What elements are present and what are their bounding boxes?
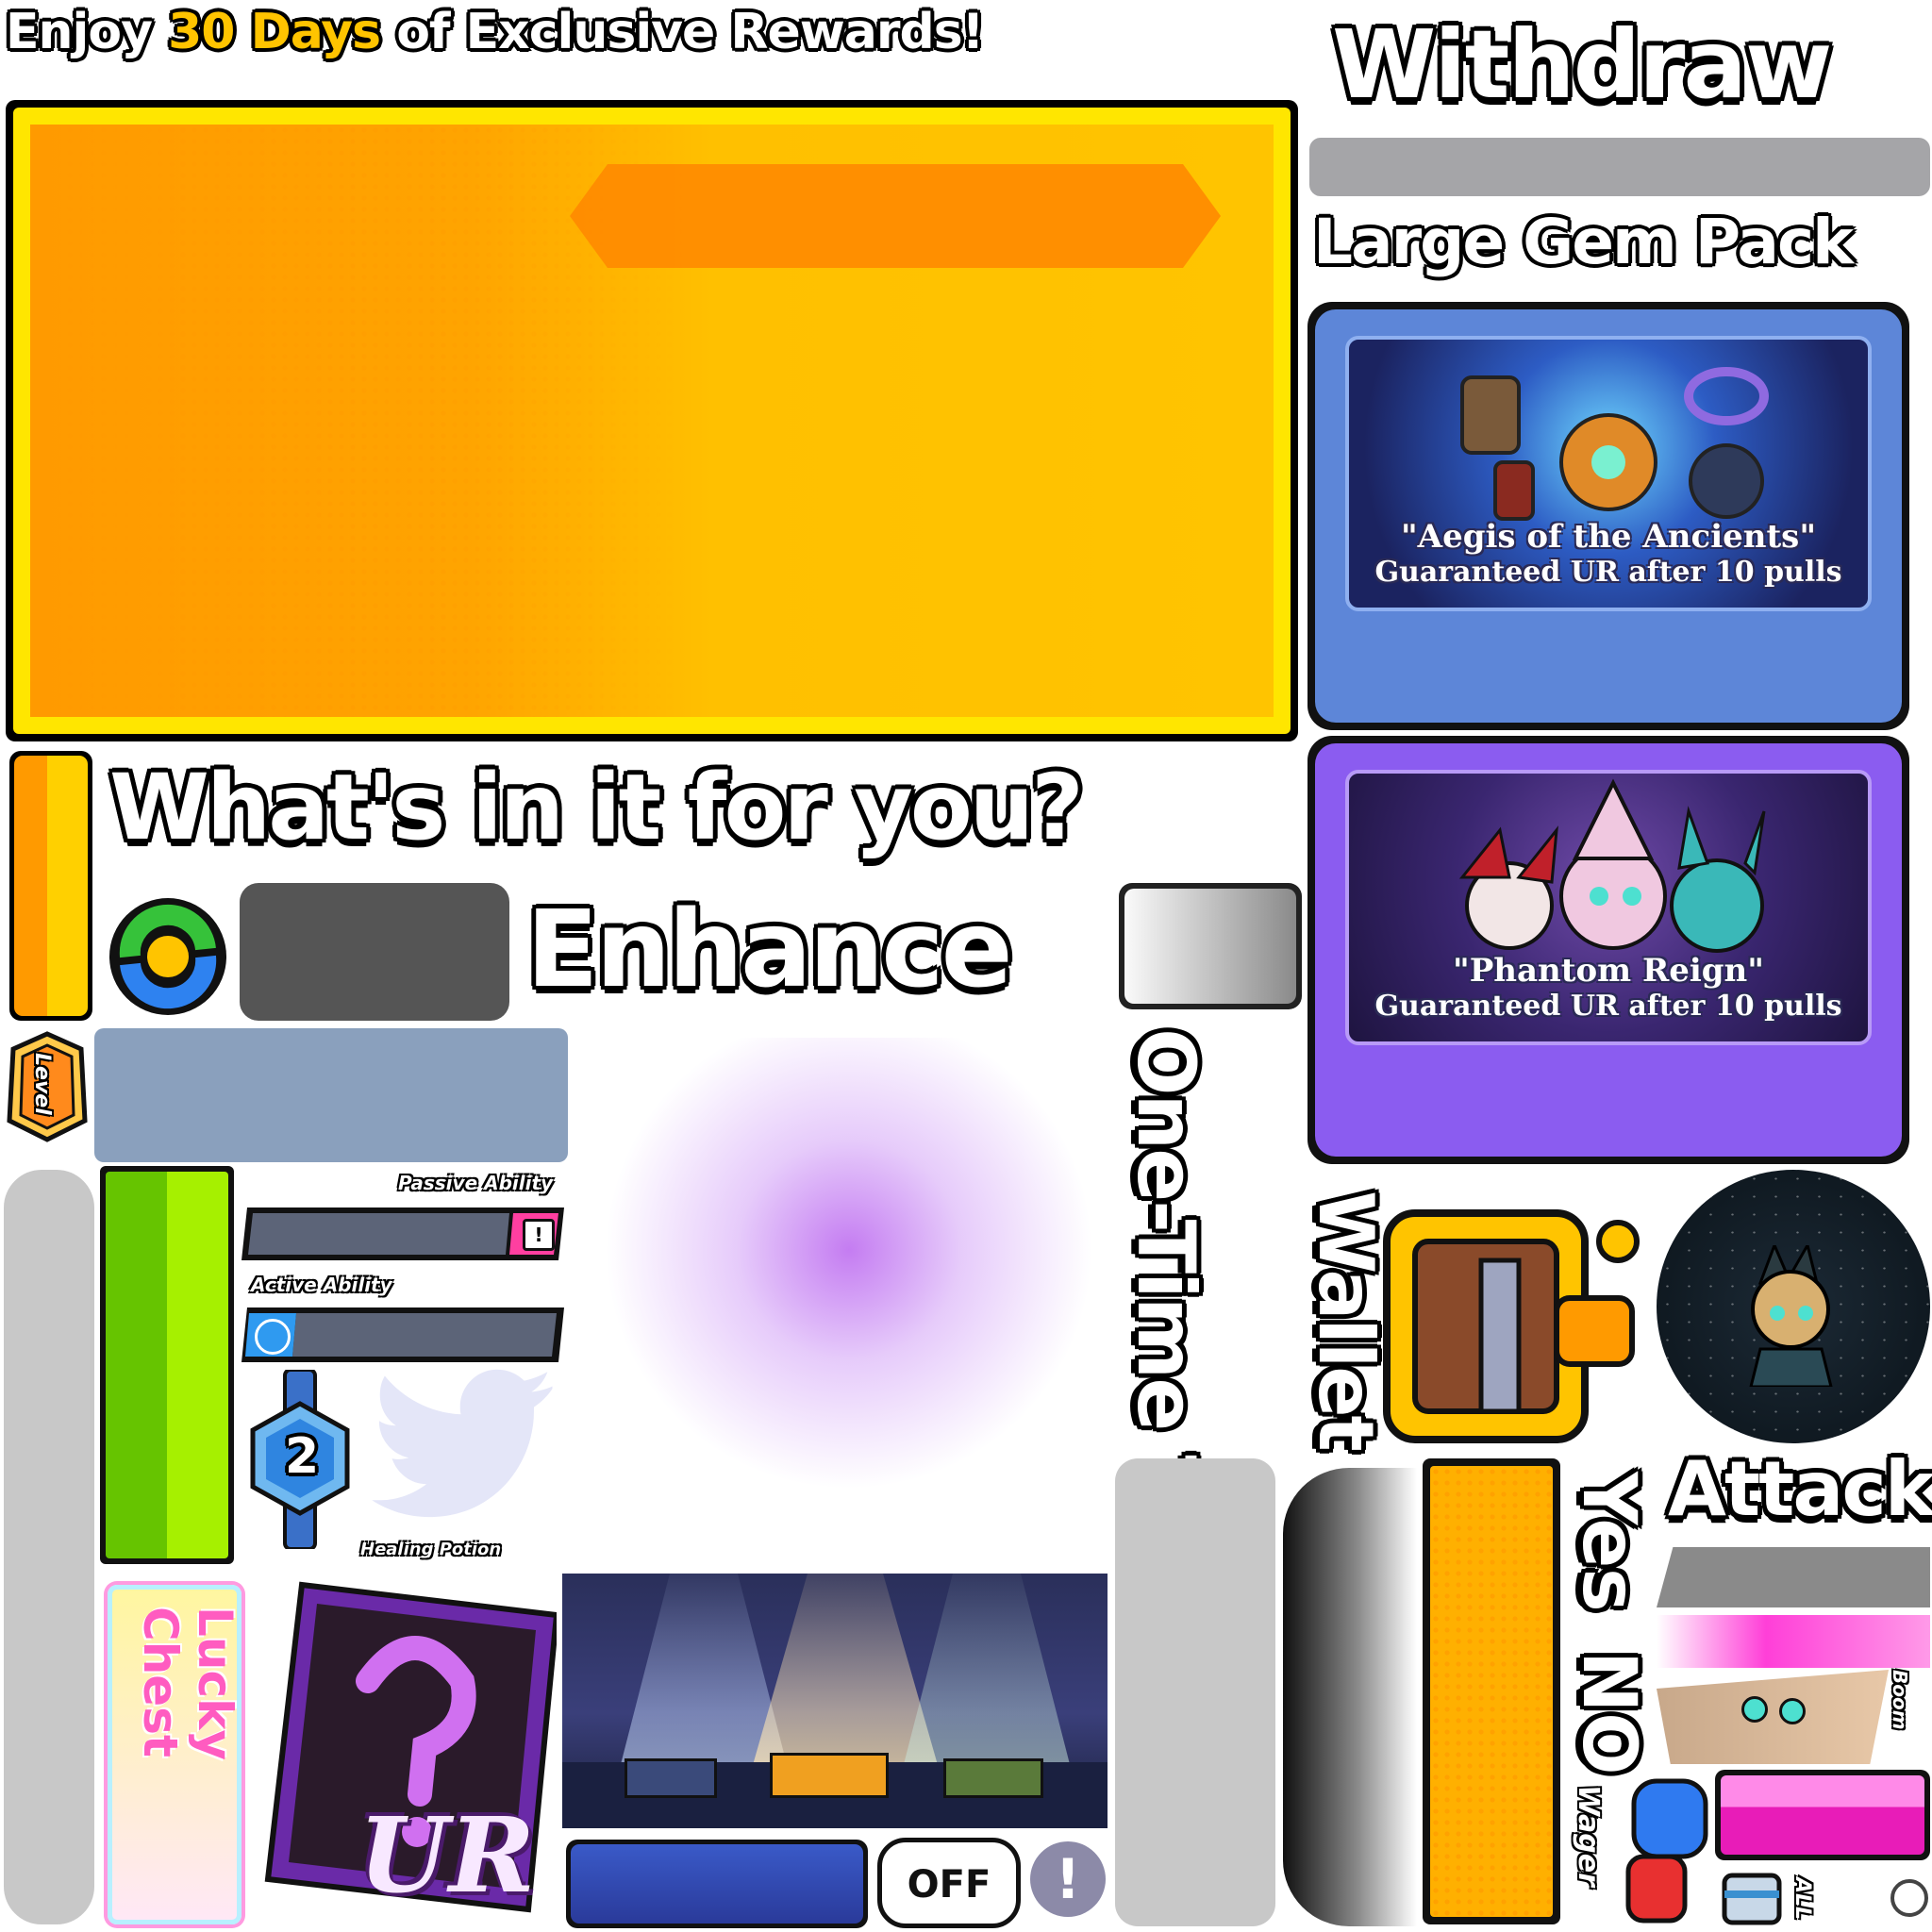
wager-label: Wager: [1572, 1785, 1605, 1887]
no-label[interactable]: NO: [1566, 1651, 1651, 1775]
whats-in-it-title: What's in it for you?: [109, 755, 1084, 860]
off-toggle[interactable]: OFF: [877, 1838, 1021, 1928]
fist-icon[interactable]: [1615, 1772, 1715, 1926]
exclamation-glyph: !: [1055, 1847, 1081, 1911]
lucky-chest-label: Lucky Chest: [133, 1607, 242, 1760]
active-ability-label: Active Ability: [251, 1274, 392, 1296]
exclamation-icon[interactable]: !: [1030, 1841, 1106, 1917]
green-bar: [100, 1166, 234, 1564]
banner-suffix: of Exclusive Rewards!: [396, 4, 984, 60]
ur-label: UR: [358, 1794, 536, 1916]
active-ability-bar: [240, 1306, 566, 1364]
healing-potion-label: Healing Potion: [360, 1540, 502, 1559]
dark-gray-panel: [240, 883, 509, 1021]
chest-icon[interactable]: [1719, 1870, 1785, 1928]
pink-glow-bar: [1657, 1615, 1930, 1668]
wallet-icon: [1368, 1175, 1651, 1449]
attack-title: Attack: [1668, 1445, 1932, 1533]
twitter-icon: [364, 1368, 564, 1528]
target-icon: [255, 1319, 291, 1355]
banner-prefix: Enjoy: [6, 4, 153, 60]
pink-button[interactable]: [1715, 1770, 1930, 1860]
title-ribbon-shape: [570, 164, 1221, 268]
withdraw-bar: [1309, 138, 1930, 196]
character-avatar: [1657, 1170, 1930, 1443]
light-gray-panel: [1115, 1458, 1275, 1926]
gray-vertical-bar: [4, 1170, 94, 1924]
rank-number: 2: [285, 1428, 320, 1485]
banner-title: "Aegis of the Ancients": [1400, 518, 1817, 556]
all-label: ALL: [1790, 1877, 1814, 1921]
reward-panel: [6, 100, 1298, 741]
blue-panel: [566, 1840, 868, 1928]
orange-stripe: [9, 751, 92, 1021]
rank-badge-icon: 2: [243, 1368, 357, 1551]
enhance-title: Enhance: [526, 889, 1013, 1011]
chest-podium-scene: [562, 1574, 1108, 1828]
banner-highlight: 30 Days: [168, 4, 381, 60]
boom-portrait: [1657, 1670, 1889, 1764]
banner-subtitle: Guaranteed UR after 10 pulls: [1374, 556, 1842, 589]
gray-slanted-bar: [1657, 1547, 1930, 1607]
withdraw-title: Withdraw: [1332, 9, 1832, 120]
gacha-banner-aegis[interactable]: "Aegis of the Ancients" Guaranteed UR af…: [1307, 302, 1909, 730]
mystery-card-icon[interactable]: UR: [255, 1577, 560, 1917]
level-label: Level: [30, 1053, 54, 1115]
banner-title: "Phantom Reign": [1453, 952, 1764, 990]
boom-label: Boom: [1889, 1670, 1911, 1730]
gradient-capsule: [1283, 1468, 1417, 1926]
refresh-icon[interactable]: [104, 892, 232, 1021]
gray-blue-panel: [94, 1028, 568, 1162]
yes-label[interactable]: Yes: [1566, 1472, 1651, 1612]
lucky-chest-card[interactable]: Lucky Chest: [108, 1585, 242, 1924]
passive-ability-label: Passive Ability: [398, 1172, 554, 1194]
off-label: OFF: [907, 1863, 991, 1907]
rewards-banner-title: Enjoy 30 Days of Exclusive Rewards!: [6, 4, 984, 60]
coin-icon: [1890, 1879, 1928, 1917]
large-gem-pack-title: Large Gem Pack: [1313, 206, 1854, 278]
info-icon[interactable]: !: [523, 1219, 555, 1251]
passive-ability-bar: !: [240, 1206, 566, 1262]
gacha-banner-phantom[interactable]: "Phantom Reign" Guaranteed UR after 10 p…: [1307, 736, 1909, 1164]
banner-subtitle: Guaranteed UR after 10 pulls: [1374, 990, 1842, 1023]
purple-glow: [585, 1038, 1113, 1509]
gray-gradient-box: [1119, 883, 1302, 1009]
orange-card: [1423, 1458, 1560, 1924]
level-badge-icon: Level: [4, 1030, 91, 1143]
